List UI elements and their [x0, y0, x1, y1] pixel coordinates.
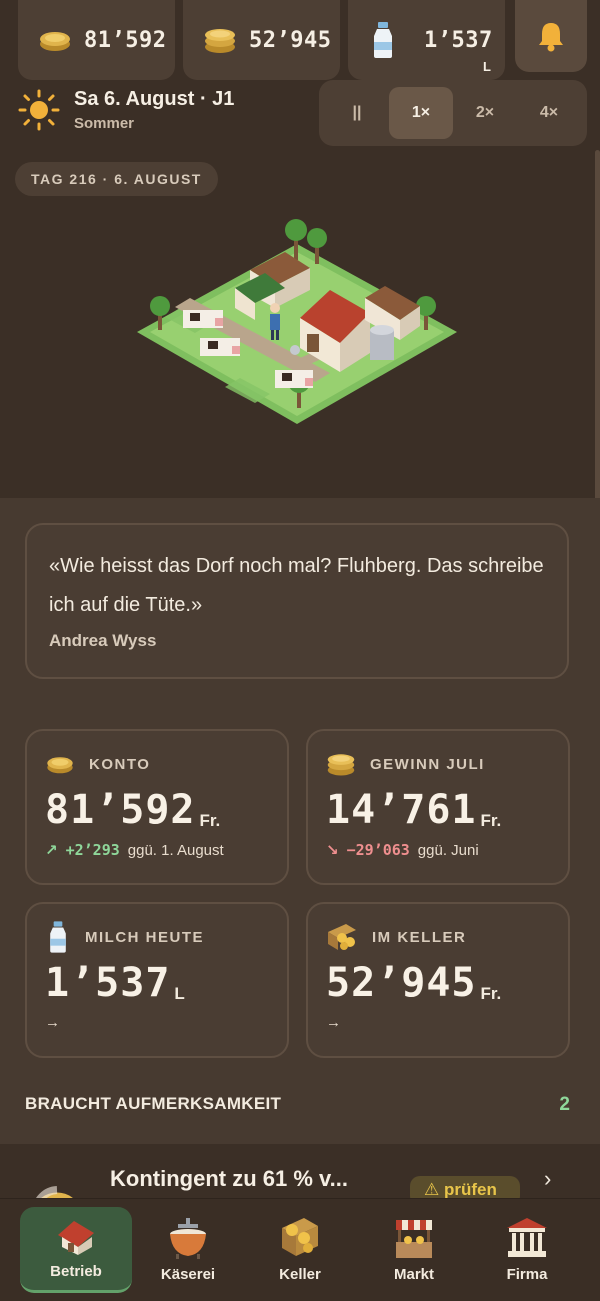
cheese-resource[interactable]: 52’945	[183, 0, 340, 80]
milk-unit: L	[483, 59, 491, 74]
sun-icon	[18, 89, 60, 131]
keller-value: 52’945	[326, 960, 477, 1006]
nav-label-kaeserei: Käserei	[160, 1266, 216, 1283]
nav-item-markt[interactable]: Markt	[358, 1207, 470, 1293]
top-bar: 81’592 52’945 1’537 L Sa 6. August · J1 …	[0, 0, 600, 148]
arrow-right-icon: →	[326, 1014, 341, 1031]
gewinn-delta-note: ggü. Juni	[417, 841, 479, 859]
task-title: Kontingent zu 61 % v...	[110, 1166, 348, 1191]
arrow-right-icon: →	[45, 1014, 60, 1031]
attention-count: 2	[559, 1094, 570, 1115]
nav-item-firma[interactable]: Firma	[471, 1207, 583, 1293]
bank-building-icon	[507, 1218, 547, 1257]
attention-header: BRAUCHT AUFMERKSAMKEIT 2	[25, 1094, 570, 1116]
keller-label: IM KELLER	[372, 928, 467, 946]
cheese-shelf-icon	[328, 924, 356, 950]
coin-stack-icon	[327, 754, 355, 776]
gewinn-label: GEWINN JULI	[370, 755, 485, 773]
nav-item-keller[interactable]: Keller	[244, 1207, 356, 1293]
cheese-value: 52’945	[249, 27, 332, 53]
trend-up-icon: ↗	[45, 842, 58, 859]
chevron-right-icon[interactable]: ›	[544, 1166, 551, 1192]
konto-delta-note: ggü. 1. August	[127, 841, 224, 859]
speed-4x-button[interactable]: 4×	[517, 87, 581, 139]
konto-label: KONTO	[89, 755, 151, 773]
gewinn-unit: Fr.	[480, 811, 502, 830]
nav-label-markt: Markt	[393, 1266, 434, 1283]
money-value: 81’592	[84, 27, 167, 53]
bell-icon	[539, 23, 563, 52]
nav-item-betrieb[interactable]: Betrieb	[20, 1207, 132, 1293]
main-content: «Wie heisst das Dorf noch mal? Fluhberg.…	[0, 498, 600, 1214]
market-stall-icon	[396, 1220, 432, 1258]
konto-value: 81’592	[45, 787, 196, 833]
farm-scene[interactable]: TAG 216 · 6. AUGUST	[0, 148, 600, 498]
keller-unit: Fr.	[480, 984, 502, 1003]
nav-label-betrieb: Betrieb	[50, 1263, 102, 1280]
quote-author: Andrea Wyss	[49, 631, 157, 650]
date-display: Sa 6. August · J1 Sommer	[18, 88, 234, 132]
farm-illustration[interactable]	[0, 148, 600, 498]
nav-item-kaeserei[interactable]: Käserei	[132, 1207, 244, 1293]
milch-value: 1’537	[45, 960, 171, 1006]
coins-icon	[47, 757, 73, 774]
gewinn-card[interactable]: GEWINN JULI 14’761 Fr. ↘ −29’063 ggü. Ju…	[306, 729, 570, 885]
milch-card[interactable]: MILCH HEUTE 1’537 L →	[25, 902, 289, 1058]
notifications-button[interactable]	[515, 0, 587, 72]
coins-icon	[40, 32, 70, 51]
milk-bottle-icon	[50, 921, 66, 953]
pause-button[interactable]: ||	[325, 87, 389, 139]
milch-label: MILCH HEUTE	[85, 928, 204, 946]
speed-2x-button[interactable]: 2×	[453, 87, 517, 139]
season-label: Sommer	[74, 115, 135, 132]
cheese-shelf-icon	[282, 1218, 318, 1256]
date-title: Sa 6. August · J1	[74, 88, 235, 110]
quote-text: «Wie heisst das Dorf noch mal? Fluhberg.…	[49, 555, 544, 616]
coin-stack-icon	[205, 29, 235, 53]
bottom-nav: Betrieb Käserei Keller Markt Firma	[0, 1198, 600, 1301]
quote-card: «Wie heisst das Dorf noch mal? Fluhberg.…	[25, 523, 569, 679]
cheese-kettle-icon	[170, 1218, 206, 1259]
attention-title: BRAUCHT AUFMERKSAMKEIT	[25, 1094, 282, 1113]
trend-down-icon: ↘	[326, 842, 339, 859]
milk-value: 1’537	[424, 27, 493, 53]
speed-1x-button[interactable]: 1×	[389, 87, 453, 139]
konto-card[interactable]: KONTO 81’592 Fr. ↗ +2’293 ggü. 1. August	[25, 729, 289, 885]
konto-unit: Fr.	[199, 811, 221, 830]
milch-unit: L	[174, 984, 185, 1003]
keller-card[interactable]: IM KELLER 52’945 Fr. →	[306, 902, 570, 1058]
nav-label-firma: Firma	[506, 1266, 548, 1283]
konto-delta: +2’293	[65, 841, 120, 859]
nav-label-keller: Keller	[279, 1266, 321, 1283]
money-resource[interactable]: 81’592	[18, 0, 175, 80]
farmhouse-icon	[58, 1221, 94, 1255]
gewinn-value: 14’761	[326, 787, 477, 833]
milk-resource[interactable]: 1’537 L	[348, 0, 505, 80]
attention-task[interactable]: Kontingent zu 61 % v... ⚠ prüfen ›	[0, 1144, 600, 1214]
gewinn-delta: −29’063	[346, 841, 410, 859]
milk-bottle-icon	[374, 22, 392, 58]
speed-control: || 1× 2× 4×	[319, 80, 587, 146]
